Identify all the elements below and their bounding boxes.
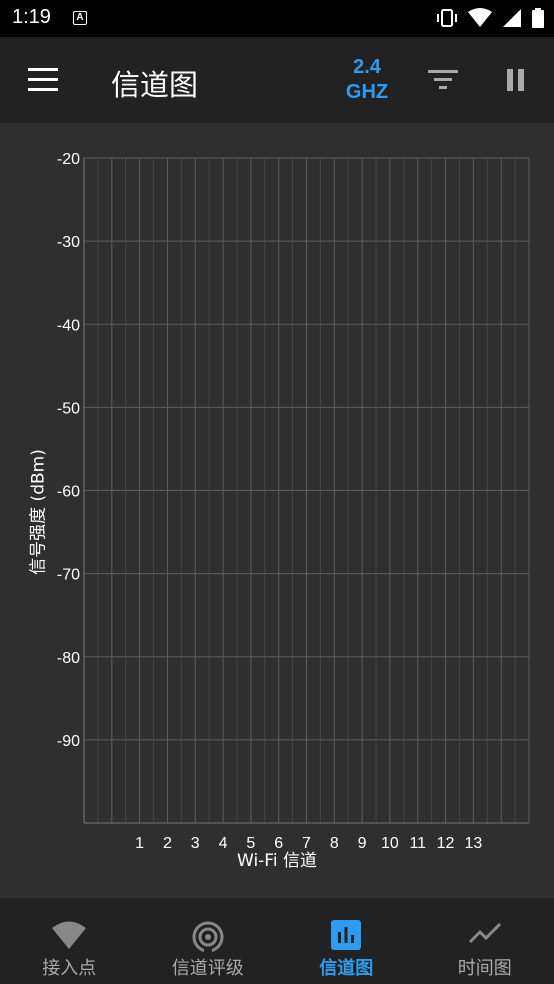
channel-graph: -20 -30 -40 -50 -60 -70 -80 -90 1 2 3 4 5 6 7 8 9 10 11 12 1… [0, 123, 554, 898]
cell-signal-icon [503, 9, 521, 27]
nav-label: 时间图 [457, 958, 512, 979]
nav-label: 信道图 [319, 958, 374, 979]
vibrate-icon [437, 9, 457, 27]
pause-button[interactable] [505, 68, 527, 96]
nav-channel-graph[interactable]: 信道图 [277, 898, 416, 984]
menu-icon-line [28, 78, 58, 81]
chart-svg: -20-30-40-50-60-70-80-901 2 3 4 5 6 7 8 9 10 11 12 1… [57, 151, 530, 852]
filter-icon [428, 70, 458, 89]
y-tick-label: -90 [57, 733, 80, 750]
x-tick-label: 10 [381, 835, 399, 852]
menu-icon-line [28, 88, 58, 91]
menu-button[interactable] [28, 68, 58, 92]
status-icons [436, 8, 544, 28]
y-tick-label: -20 [57, 151, 80, 168]
page-title: 信道图 [111, 68, 199, 102]
x-tick-label: 8 [330, 835, 339, 852]
signal-rating-icon [192, 921, 224, 954]
x-tick-label: 1 [135, 835, 144, 852]
bottom-navigation: 接入点 信道评级 信道图 时间图 [0, 898, 554, 984]
wifi-status-icon [468, 8, 492, 27]
nav-channel-rating[interactable]: 信道评级 [139, 898, 278, 984]
pause-icon [507, 69, 524, 91]
y-tick-label: -50 [57, 400, 80, 417]
notification-icon: A [73, 11, 87, 25]
y-axis-label: 信号强度 (dBm) [28, 449, 49, 575]
band-toggle-button[interactable]: 2.4 GHZ [340, 55, 394, 105]
y-tick-label: -70 [57, 567, 80, 584]
status-bar: 1:19 A [0, 0, 554, 37]
x-axis-label: Wi-Fi 信道 [237, 851, 317, 871]
app-bar: 信道图 2.4 GHZ [0, 37, 554, 123]
nav-access-points[interactable]: 接入点 [0, 898, 139, 984]
menu-icon-line [28, 68, 58, 71]
wifi-icon [52, 921, 87, 949]
x-tick-label: 3 [191, 835, 200, 852]
filter-button[interactable] [428, 68, 458, 96]
y-tick-label: -60 [57, 484, 80, 501]
y-tick-label: -80 [57, 650, 80, 667]
time-graph-icon [468, 922, 501, 944]
y-tick-label: -40 [57, 317, 80, 334]
status-time: 1:19 [12, 6, 51, 28]
x-tick-label: 2 [163, 835, 172, 852]
nav-label: 接入点 [42, 958, 97, 979]
x-tick-label: 12 [437, 835, 455, 852]
x-tick-label: 9 [358, 835, 367, 852]
x-tick-label: 11 [409, 835, 426, 852]
x-tick-label: 13 [464, 835, 482, 852]
band-unit: GHZ [345, 81, 389, 103]
nav-label: 信道评级 [171, 958, 244, 979]
nav-time-graph[interactable]: 时间图 [416, 898, 554, 984]
y-tick-label: -30 [57, 234, 80, 251]
band-value: 2.4 [353, 56, 381, 78]
bar-chart-icon [331, 920, 362, 950]
battery-icon [532, 8, 544, 28]
x-tick-label: 4 [219, 835, 228, 852]
